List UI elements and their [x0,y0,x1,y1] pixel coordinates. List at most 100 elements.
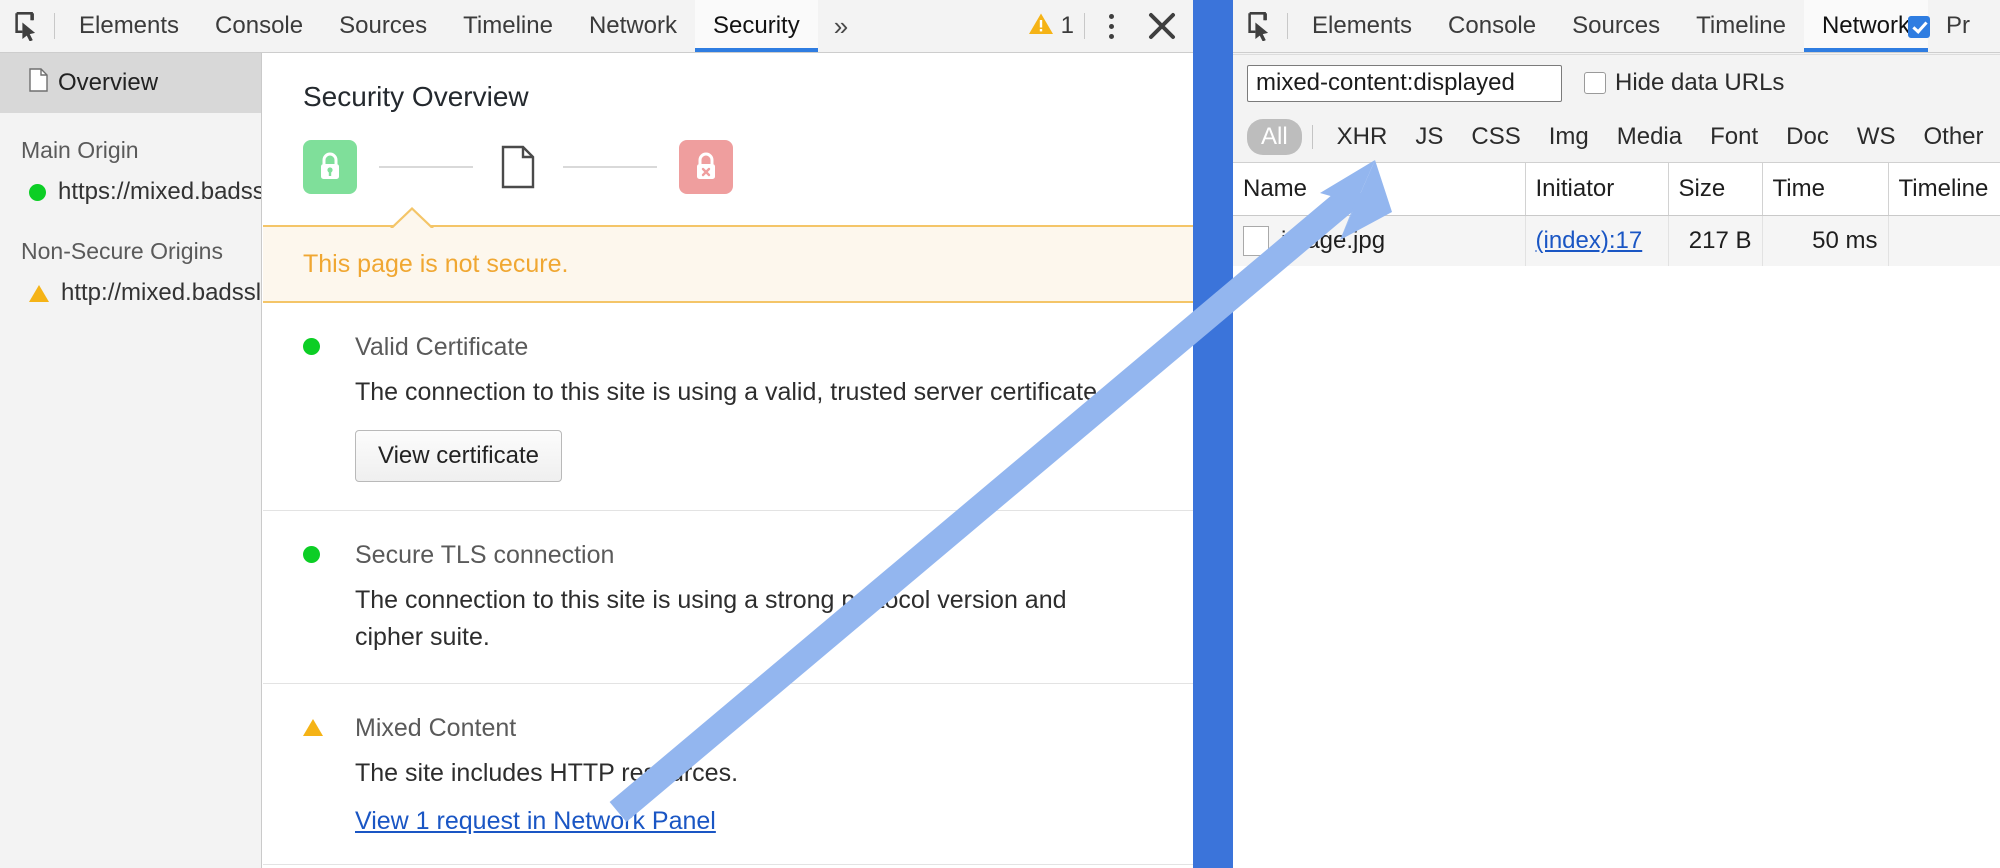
tab-elements[interactable]: Elements [1294,0,1430,52]
tab-network[interactable]: Network [571,0,695,52]
tab-label: Sources [339,12,428,39]
right-devtools-tabbar: Elements Console Sources Timeline Networ… [1233,0,2000,53]
sidebar-item-overview[interactable]: Overview [0,53,261,113]
column-header-size[interactable]: Size [1668,163,1763,216]
column-header-name[interactable]: Name [1233,163,1526,216]
explanation-description: The connection to this site is using a s… [355,586,1067,651]
type-filter-all[interactable]: All [1247,118,1302,155]
initiator-link[interactable]: (index):17 [1536,227,1643,254]
more-tabs-chevron-icon[interactable]: » [818,0,864,52]
sidebar-group-main-origin: Main Origin [21,137,139,163]
tab-sources[interactable]: Sources [321,0,445,52]
table-row[interactable]: image.jpg (index):17 217 B 50 ms [1233,215,2000,266]
tab-console[interactable]: Console [1430,0,1554,52]
type-filter-font[interactable]: Font [1696,119,1772,155]
toolbar-divider [54,13,55,39]
sidebar-overview-label: Overview [58,69,159,96]
tab-timeline[interactable]: Timeline [445,0,571,52]
hide-data-urls-checkbox[interactable]: Hide data URLs [1584,69,1784,97]
inspect-cursor-icon[interactable] [1233,0,1287,52]
banner-notch-fill [390,210,434,231]
explanation-title: Valid Certificate [355,333,529,361]
type-filter-ws[interactable]: WS [1843,119,1910,155]
cell-size: 217 B [1668,215,1763,266]
view-requests-in-network-panel-link[interactable]: View 1 request in Network Panel [355,807,716,836]
security-overview-main: Security Overview This page is not secur… [263,53,1193,868]
explanation-header: Mixed Content [263,714,1193,743]
type-filter-css[interactable]: CSS [1457,119,1534,155]
panel-separator-band [1193,0,1233,868]
explanation-description: The site includes HTTP resources. [355,758,739,787]
sidebar-origin-label: https://mixed.badssl.c [58,178,262,205]
type-filter-media[interactable]: Media [1603,119,1696,155]
checkbox-box-checked [1907,16,1930,38]
sidebar-origin-label: http://mixed.badssl.co [61,279,262,306]
status-dot-secure-icon [29,183,46,201]
explanation-title: Mixed Content [355,713,517,742]
warning-count-badge[interactable]: 1 [1018,12,1084,41]
explanation-secure-tls-connection: Secure TLS connection The connection to … [263,511,1193,684]
explanation-header: Valid Certificate [263,333,1193,362]
checkbox-box [1584,72,1606,94]
explanation-description: The connection to this site is using a v… [355,378,1104,406]
network-filter-row: Hide data URLs [1233,55,2000,111]
column-header-initiator[interactable]: Initiator [1525,163,1669,216]
type-filter-xhr[interactable]: XHR [1323,119,1402,155]
lock-closed-green-icon [303,140,357,194]
type-filter-js[interactable]: JS [1401,119,1457,155]
sidebar-item-origin-secure[interactable]: https://mixed.badssl.c [0,170,261,214]
tab-elements[interactable]: Elements [61,0,197,52]
more-tabs-label: » [833,10,849,41]
tab-label: Pr [1946,12,1970,39]
cell-name: image.jpg [1233,215,1526,266]
devtools-network-window: Elements Console Sources Timeline Networ… [1233,0,2000,868]
network-requests-table: Name Initiator Size Time Timeline image.… [1233,163,2000,266]
status-dot-secure-icon [303,541,355,564]
tab-timeline[interactable]: Timeline [1678,0,1804,52]
tab-label: Console [215,12,304,39]
view-certificate-button[interactable]: View certificate [355,430,562,483]
column-header-timeline[interactable]: Timeline [1888,163,2000,216]
lock-error-red-icon [679,140,733,194]
status-triangle-warning-icon [303,714,355,736]
sidebar-item-origin-insecure[interactable]: http://mixed.badssl.co [0,271,261,315]
tab-label: Timeline [1696,12,1786,39]
close-x-icon[interactable] [1131,0,1193,52]
tab-label: Elements [1312,12,1413,39]
three-dots-vertical-icon[interactable] [1091,0,1131,52]
tab-label: Elements [79,12,180,39]
banner-text: This page is not secure. [303,249,569,278]
type-filter-img[interactable]: Img [1535,119,1603,155]
connection-line-right [563,166,657,168]
status-dot-secure-icon [303,333,355,355]
inspect-cursor-icon[interactable] [0,0,54,52]
tab-label: Network [588,12,677,39]
type-filter-doc[interactable]: Doc [1772,119,1843,155]
file-type-icon [1243,226,1269,256]
tab-label: Security [713,12,800,39]
filter-divider [1311,124,1313,149]
table-header-row: Name Initiator Size Time Timeline [1233,163,2000,216]
network-filter-input[interactable] [1247,64,1562,102]
status-triangle-warning-icon [29,284,49,302]
explanation-valid-certificate: Valid Certificate The connection to this… [263,303,1193,512]
type-filter-other[interactable]: Other [1910,119,1998,155]
resource-type-filters: All XHR JS CSS Img Media Font Doc WS Oth… [1233,111,2000,163]
tab-console[interactable]: Console [197,0,321,52]
cell-time: 50 ms [1762,215,1889,266]
cell-initiator: (index):17 [1525,215,1669,266]
warning-count-label: 1 [1060,12,1074,39]
cell-timeline [1888,215,2000,266]
tab-sources[interactable]: Sources [1554,0,1678,52]
column-header-time[interactable]: Time [1762,163,1889,216]
tab-security[interactable]: Security [695,0,818,52]
connection-line-left [379,166,473,168]
page-document-icon [29,67,48,99]
left-devtools-tabbar: Elements Console Sources Timeline Networ… [0,0,1193,53]
devtools-security-window: Elements Console Sources Timeline Networ… [0,0,1193,868]
page-document-icon [495,140,541,194]
explanation-title: Secure TLS connection [355,541,615,570]
tab-profiles[interactable]: Pr [1928,0,1988,52]
explanation-header: Secure TLS connection [263,541,1193,570]
toolbar-divider [1287,13,1288,39]
